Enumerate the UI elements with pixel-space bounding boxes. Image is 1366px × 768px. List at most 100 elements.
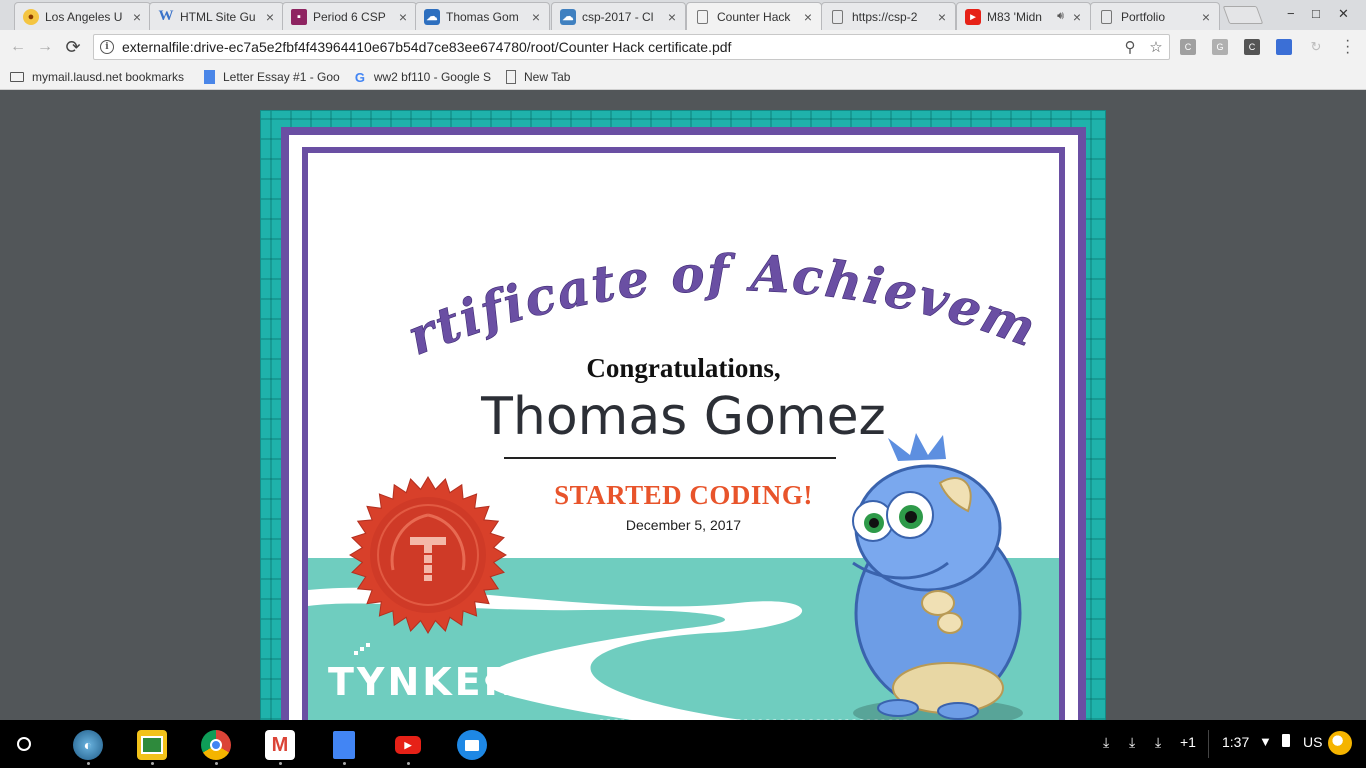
google-icon: G: [354, 69, 365, 85]
bookmark-letter-essay[interactable]: Letter Essay #1 - Goo: [204, 68, 344, 86]
running-indicator: [279, 762, 282, 765]
sites-icon: ☁: [424, 8, 440, 25]
close-icon[interactable]: ×: [529, 9, 543, 25]
extension-c-dark-icon[interactable]: C: [1244, 39, 1260, 55]
back-button[interactable]: ←: [8, 37, 28, 57]
certificate-body: Certificate of Achievement Congratulatio…: [302, 147, 1065, 731]
pdf-page: Certificate of Achievement Congratulatio…: [260, 110, 1106, 731]
launcher-button[interactable]: [17, 737, 31, 751]
bookmark-label: Letter Essay #1 - Goo: [223, 70, 340, 84]
download-icon[interactable]: ⤓: [1103, 734, 1109, 751]
menu-icon[interactable]: · · ·: [1345, 33, 1350, 61]
gmail-app-icon[interactable]: M: [265, 730, 295, 760]
address-bar[interactable]: i externalfile:drive-ec7a5e2fbf4f4396441…: [93, 34, 1170, 60]
docs-icon: [204, 70, 215, 84]
greeting-text: Congratulations,: [586, 353, 781, 383]
chrome-app-icon[interactable]: [201, 730, 231, 760]
bookmark-new-tab[interactable]: New Tab: [506, 68, 586, 86]
bookmark-label: mymail.lausd.net bookmarks: [32, 70, 185, 84]
info-icon[interactable]: i: [100, 40, 114, 54]
tynker-monster-mascot: [852, 433, 1023, 727]
chromeos-shelf: ◐ M ▶ ⤓ ⤓ ⤓ +1 1:37 ▼ US: [0, 720, 1366, 768]
reload-button[interactable]: ⟳: [63, 37, 83, 57]
document-icon: [832, 9, 843, 24]
running-indicator: [87, 762, 90, 765]
close-icon[interactable]: ×: [396, 9, 410, 25]
browser-toolbar: ← → ⟳ i externalfile:drive-ec7a5e2fbf4f4…: [0, 30, 1366, 64]
battery-icon[interactable]: [1282, 734, 1290, 750]
bookmark-label: New Tab: [524, 70, 571, 84]
brand-text: TYNKER: [328, 660, 516, 703]
document-icon: [1101, 9, 1112, 24]
extension-c-icon[interactable]: C: [1180, 39, 1196, 55]
running-indicator: [215, 762, 218, 765]
youtube-icon: ▶: [965, 8, 981, 25]
close-icon[interactable]: ×: [263, 9, 277, 25]
tab-period-6[interactable]: ▪ Period 6 CSP ×: [282, 2, 417, 30]
close-icon[interactable]: ×: [801, 9, 815, 25]
tab-title: Portfolio: [1121, 9, 1166, 24]
headline-text: Certificate of Achievement: [403, 248, 1043, 367]
close-icon[interactable]: ×: [130, 9, 144, 25]
document-icon: [697, 9, 708, 24]
classroom-app-icon[interactable]: [137, 730, 167, 760]
tab-csp-2017[interactable]: ☁ csp-2017 - Cl ×: [551, 2, 686, 30]
url-text[interactable]: externalfile:drive-ec7a5e2fbf4f43964410e…: [122, 39, 1117, 55]
close-icon[interactable]: ×: [665, 9, 679, 25]
tab-title: https://csp-2: [852, 9, 918, 24]
extension-g-icon[interactable]: G: [1212, 39, 1228, 55]
lausd-icon: ●: [23, 8, 39, 25]
download-icon[interactable]: ⤓: [1155, 734, 1161, 751]
notification-count[interactable]: +1: [1180, 734, 1196, 750]
seal-badge: [349, 476, 507, 634]
wifi-icon[interactable]: ▼: [1259, 734, 1272, 749]
minimize-button[interactable]: −: [1287, 6, 1295, 21]
close-icon[interactable]: ×: [935, 9, 949, 25]
files-app-icon[interactable]: [457, 730, 487, 760]
status-divider: [1208, 730, 1209, 758]
zoom-icon[interactable]: ⚲: [1117, 38, 1143, 56]
tab-m83[interactable]: ▶ M83 'Midn 🔊︎ ×: [956, 2, 1091, 30]
maximize-button[interactable]: □: [1312, 6, 1320, 21]
tab-title: Los Angeles U: [45, 9, 123, 24]
tab-csp-url[interactable]: https://csp-2 ×: [821, 2, 956, 30]
tab-html-site[interactable]: W HTML Site Gu ×: [149, 2, 284, 30]
new-tab-button[interactable]: [1222, 6, 1264, 24]
bookmarks-bar: mymail.lausd.net bookmarks Letter Essay …: [0, 64, 1366, 90]
bookmark-label: ww2 bf110 - Google S: [373, 70, 491, 84]
input-method[interactable]: US: [1303, 734, 1322, 750]
svg-text:Certificate of Achievement: Certificate of Achievement: [403, 248, 1045, 367]
bookmark-mymail[interactable]: mymail.lausd.net bookmarks: [10, 68, 200, 86]
clock[interactable]: 1:37: [1222, 734, 1249, 750]
tynker-logo-pixels: [354, 643, 370, 655]
avatar[interactable]: [1328, 731, 1352, 755]
tab-title: csp-2017 - Cl: [582, 9, 654, 24]
running-indicator: [407, 762, 410, 765]
extension-blue-icon[interactable]: [1276, 39, 1292, 55]
close-icon[interactable]: ×: [1070, 9, 1084, 25]
tab-counter-hack[interactable]: Counter Hack ×: [686, 2, 822, 30]
tab-title: HTML Site Gu: [180, 9, 256, 24]
close-window-button[interactable]: ✕: [1338, 6, 1349, 22]
tynker-logo: TYNKER: [328, 643, 516, 703]
classroom-icon: ▪: [291, 8, 307, 25]
tab-los-angeles[interactable]: ● Los Angeles U ×: [14, 2, 151, 30]
running-indicator: [151, 762, 154, 765]
docs-app-icon[interactable]: [329, 730, 359, 760]
speaker-icon[interactable]: 🔊︎: [1057, 10, 1064, 23]
running-indicator: [343, 762, 346, 765]
forward-button[interactable]: →: [35, 37, 55, 57]
close-icon[interactable]: ×: [1199, 9, 1213, 25]
star-icon[interactable]: ☆: [1143, 38, 1169, 56]
tab-title: Counter Hack: [717, 9, 791, 24]
name-underline: [504, 457, 836, 459]
bookmark-ww2[interactable]: G ww2 bf110 - Google S: [354, 68, 491, 86]
tab-thomas-gomez[interactable]: ☁ Thomas Gom ×: [415, 2, 550, 30]
folder-icon: [10, 72, 24, 82]
extension-gray-icon[interactable]: ↻: [1308, 39, 1324, 55]
globe-app-icon[interactable]: ◐: [73, 730, 103, 760]
tab-title: Thomas Gom: [446, 9, 519, 24]
youtube-app-icon[interactable]: ▶: [393, 730, 423, 760]
tab-portfolio[interactable]: Portfolio ×: [1090, 2, 1220, 30]
download-icon[interactable]: ⤓: [1129, 734, 1135, 751]
